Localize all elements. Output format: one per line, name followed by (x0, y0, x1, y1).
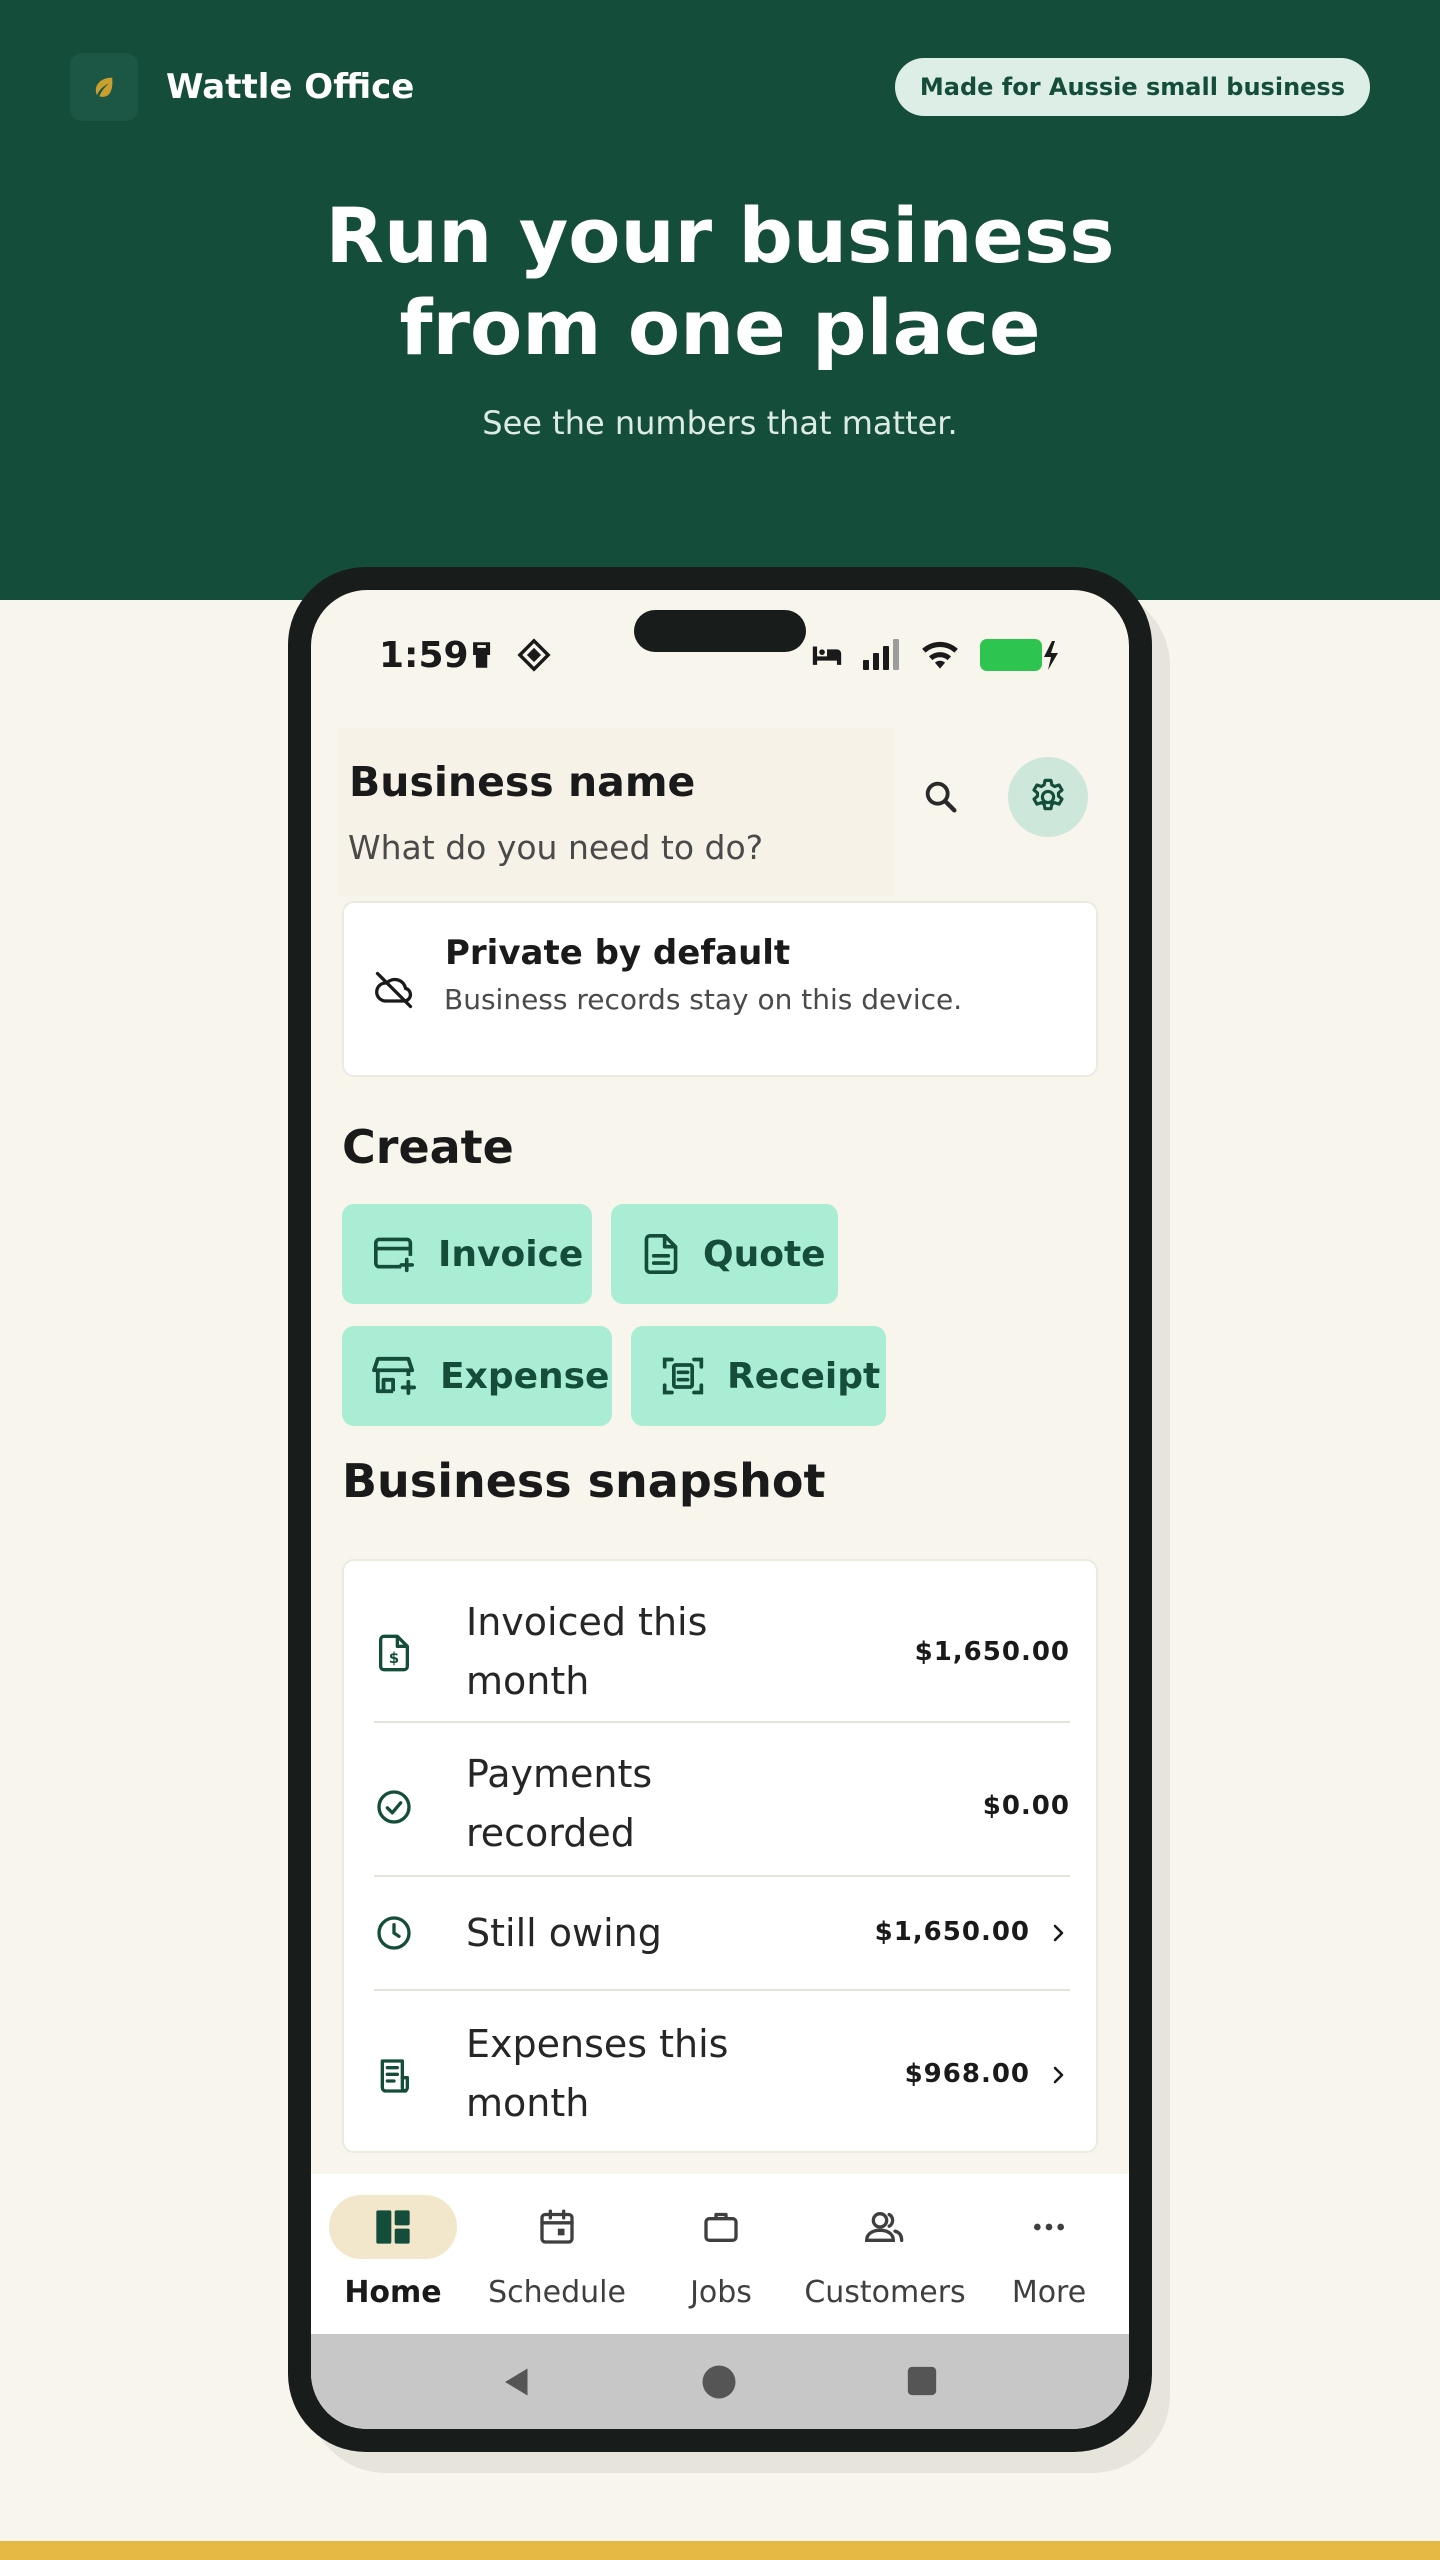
status-time: 1:59 (379, 635, 469, 676)
dashboard-icon (376, 2210, 410, 2244)
snapshot-label: Invoiced this month (466, 1593, 707, 1711)
nav-label: Schedule (488, 2275, 626, 2310)
hero-banner: Wattle Office Made for Aussie small busi… (0, 0, 1440, 600)
system-nav-bar (311, 2334, 1129, 2429)
create-invoice-label: Invoice (438, 1233, 584, 1275)
leaf-logo-icon (70, 53, 138, 121)
nav-icon-wrap (493, 2195, 621, 2259)
card-terminal-icon (473, 642, 491, 668)
snapshot-label-line2: recorded (466, 1811, 635, 1855)
snapshot-label: Still owing (466, 1911, 662, 1955)
receipt-icon (380, 2059, 409, 2093)
create-expense-label: Expense (440, 1355, 610, 1397)
invoice-dollar-icon: $ (379, 1634, 409, 1672)
snapshot-value: $1,650.00 (914, 1637, 1070, 1667)
camera-pill (634, 610, 806, 652)
snapshot-label: Payments recorded (466, 1745, 652, 1863)
chevron-right-icon (1053, 2066, 1064, 2084)
nav-label: Customers (804, 2275, 966, 2310)
divider (374, 1721, 1070, 1723)
create-invoice-button[interactable]: Invoice (342, 1204, 592, 1304)
check-circle-icon (377, 1790, 411, 1824)
clock-icon (377, 1916, 411, 1950)
signal-icon (863, 639, 899, 670)
create-quote-label: Quote (703, 1233, 826, 1275)
hero-title: Run your business from one place (0, 190, 1440, 374)
phone-frame: 1:59 Business name What do you need to d… (288, 567, 1152, 2452)
back-icon[interactable] (499, 2364, 535, 2400)
nav-item-customers[interactable]: Customers (803, 2174, 967, 2334)
nav-icon-wrap (657, 2195, 785, 2259)
snapshot-label-line1: Invoiced this (466, 1600, 708, 1644)
snapshot-row-payments: Payments recorded $0.00 (374, 1741, 1070, 1869)
business-name[interactable]: Business name (349, 758, 695, 806)
search-icon (925, 781, 957, 813)
create-expense-button[interactable]: Expense (342, 1326, 612, 1426)
bottom-nav: Home Schedule Jobs Customers More (311, 2174, 1129, 2334)
nav-label: Home (344, 2275, 442, 2310)
settings-button[interactable] (1008, 757, 1088, 837)
snapshot-row-expenses[interactable]: Expenses this month $968.00 (374, 2011, 1070, 2139)
hero-title-line1: Run your business (325, 191, 1115, 280)
nav-label: More (1011, 2275, 1087, 2310)
diamond-app-icon (517, 638, 551, 672)
hero-title-line2: from one place (399, 283, 1041, 372)
snapshot-label-line1: Expenses this (466, 2022, 729, 2066)
snapshot-value: $968.00 (904, 2059, 1030, 2089)
create-receipt-label: Receipt (727, 1355, 881, 1397)
privacy-title: Private by default (445, 933, 791, 973)
nav-icon-wrap (821, 2195, 949, 2259)
nav-item-jobs[interactable]: Jobs (639, 2174, 803, 2334)
create-receipt-button[interactable]: Receipt (631, 1326, 886, 1426)
briefcase-icon (704, 2212, 738, 2242)
snapshot-card: $ Invoiced this month $1,650.00 Payments… (342, 1559, 1098, 2153)
snapshot-value: $1,650.00 (874, 1917, 1030, 1947)
audience-badge: Made for Aussie small business (894, 58, 1370, 116)
header-prompt: What do you need to do? (348, 828, 764, 867)
create-heading: Create (342, 1120, 514, 1174)
phone-screen: 1:59 Business name What do you need to d… (311, 590, 1129, 2429)
nav-active-indicator (329, 2195, 457, 2259)
bottom-accent-stripe (0, 2541, 1440, 2560)
snapshot-label: Expenses this month (466, 2015, 728, 2133)
cloud-off-icon (375, 971, 413, 1009)
snapshot-heading: Business snapshot (342, 1454, 826, 1508)
card-plus-icon (374, 1237, 414, 1273)
brand[interactable]: Wattle Office (70, 53, 414, 121)
brand-name: Wattle Office (166, 67, 415, 107)
create-quote-button[interactable]: Quote (611, 1204, 838, 1304)
chevron-right-icon (1053, 1924, 1064, 1942)
snapshot-label-line1: Payments (466, 1752, 653, 1796)
snapshot-row-still-owing[interactable]: Still owing $1,650.00 (374, 1877, 1070, 1989)
battery-charging-icon (980, 639, 1058, 671)
svg-text:$: $ (389, 1649, 399, 1667)
recents-square-icon[interactable] (905, 2364, 939, 2398)
search-button[interactable] (906, 762, 976, 832)
hero-subtitle: See the numbers that matter. (482, 404, 958, 442)
snapshot-value: $0.00 (982, 1791, 1070, 1821)
receipt-scan-icon (662, 1357, 704, 1395)
more-horizontal-icon (1034, 2223, 1064, 2231)
header-panel (338, 728, 894, 896)
nav-item-more[interactable]: More (967, 2174, 1129, 2334)
snapshot-label-line2: month (466, 2081, 590, 2125)
home-circle-icon[interactable] (701, 2364, 737, 2400)
store-plus-icon (372, 1356, 416, 1396)
gear-icon (1032, 778, 1064, 811)
privacy-subtitle: Business records stay on this device. (444, 983, 963, 1016)
nav-label: Jobs (690, 2275, 752, 2310)
status-bar: 1:59 (311, 590, 1129, 690)
nav-icon-wrap (985, 2195, 1113, 2259)
wifi-icon (922, 641, 958, 669)
bed-icon (812, 646, 842, 665)
snapshot-label-line2: month (466, 1659, 590, 1703)
divider (374, 1989, 1070, 1991)
nav-item-schedule[interactable]: Schedule (475, 2174, 639, 2334)
calendar-icon (540, 2209, 574, 2244)
privacy-card: Private by default Business records stay… (342, 901, 1098, 1077)
document-icon (644, 1234, 678, 1274)
snapshot-row-invoiced: $ Invoiced this month $1,650.00 (374, 1589, 1070, 1717)
nav-item-home[interactable]: Home (311, 2174, 475, 2334)
people-icon (864, 2212, 904, 2242)
